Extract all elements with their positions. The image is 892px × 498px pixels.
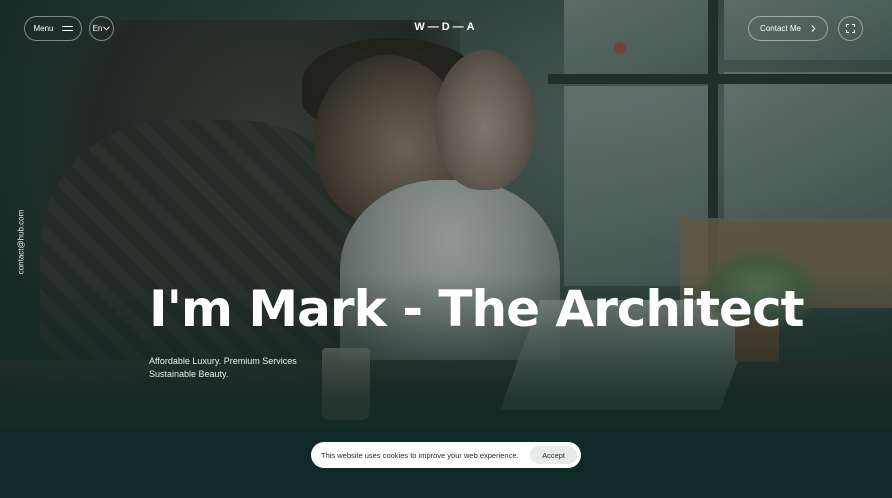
accept-cookies-button[interactable]: Accept bbox=[530, 446, 577, 464]
cookie-message: This website uses cookies to improve you… bbox=[321, 450, 519, 460]
expand-icon bbox=[846, 24, 855, 33]
hero-title: I'm Mark - The Architect bbox=[149, 280, 804, 338]
hero-subtitle-line1: Affordable Luxury. Premium Services bbox=[149, 356, 297, 366]
side-email-link[interactable]: contact@hub.com bbox=[17, 210, 26, 275]
hero-section: Menu En W—D—A Contact Me contact@hub.com… bbox=[0, 0, 892, 498]
contact-label: Contact Me bbox=[760, 24, 801, 33]
chevron-right-icon bbox=[811, 25, 816, 32]
dark-overlay bbox=[0, 0, 892, 498]
cookie-banner: This website uses cookies to improve you… bbox=[311, 442, 581, 468]
fullscreen-button[interactable] bbox=[838, 16, 863, 41]
contact-button[interactable]: Contact Me bbox=[748, 16, 828, 41]
hero-subtitle-line2: Sustainable Beauty. bbox=[149, 369, 229, 379]
hero-subtitle: Affordable Luxury. Premium Services Sust… bbox=[149, 355, 329, 381]
